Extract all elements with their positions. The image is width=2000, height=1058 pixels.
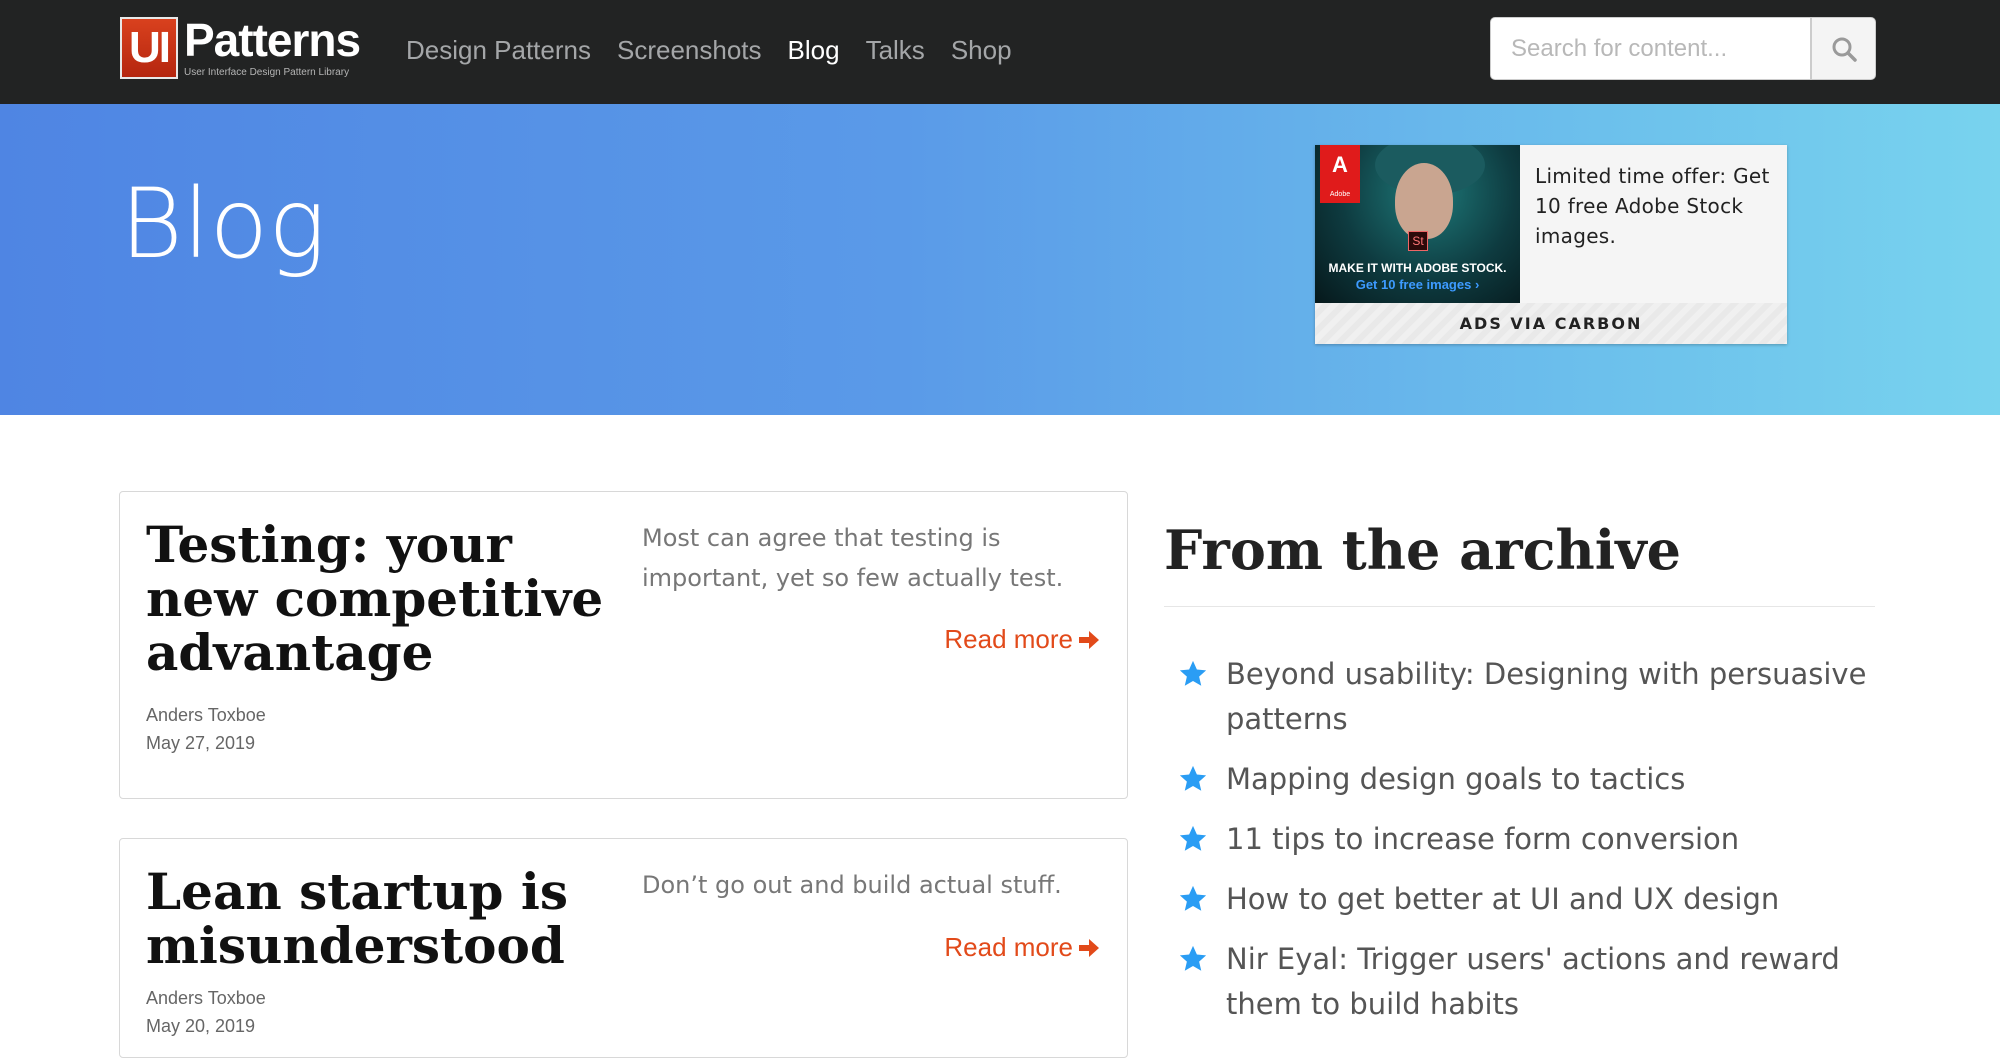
archive-item[interactable]: Beyond usability: Designing with persuas… xyxy=(1178,652,1898,742)
post-title[interactable]: Testing: your new competitive advantage xyxy=(146,518,606,680)
post-excerpt: Don’t go out and build actual stuff. xyxy=(642,871,1062,899)
blog-post-card: Testing: your new competitive advantage … xyxy=(119,491,1128,799)
hero-banner: Blog A Adobe St MAKE IT WITH ADOBE STOCK.… xyxy=(0,104,2000,415)
ad-image-caption: MAKE IT WITH ADOBE STOCK. xyxy=(1328,261,1507,275)
nav-link-screenshots[interactable]: Screenshots xyxy=(617,30,762,70)
search-button[interactable] xyxy=(1811,17,1876,80)
read-more-label: Read more xyxy=(944,624,1073,654)
ad-image-face xyxy=(1395,163,1453,239)
arrow-right-icon xyxy=(1079,938,1099,957)
post-author: Anders Toxboe xyxy=(146,988,266,1008)
read-more-label: Read more xyxy=(944,932,1073,962)
archive-item-label: How to get better at UI and UX design xyxy=(1226,882,1780,916)
archive-item[interactable]: 11 tips to increase form conversion xyxy=(1178,817,1898,862)
adobe-stock-badge: St xyxy=(1408,231,1428,251)
archive-heading: From the archive xyxy=(1164,518,1681,582)
search-bar xyxy=(1490,17,1876,80)
read-more-link[interactable]: Read more xyxy=(944,624,1101,655)
nav-link-blog[interactable]: Blog xyxy=(788,30,840,70)
ad-image[interactable]: A Adobe St MAKE IT WITH ADOBE STOCK. Get … xyxy=(1315,145,1520,303)
site-logo[interactable]: UI Patterns User Interface Design Patter… xyxy=(120,14,361,79)
ad-image-link: Get 10 free images › xyxy=(1355,277,1480,292)
search-icon xyxy=(1832,37,1857,62)
post-title[interactable]: Lean startup is misunderstood xyxy=(146,865,606,973)
archive-item-label: Mapping design goals to tactics xyxy=(1226,762,1686,796)
post-date: May 27, 2019 xyxy=(146,733,256,753)
top-navbar: UI Patterns User Interface Design Patter… xyxy=(0,0,2000,104)
archive-item[interactable]: Mapping design goals to tactics xyxy=(1178,757,1898,802)
arrow-right-icon xyxy=(1079,630,1099,649)
blog-post-card: Lean startup is misunderstood Anders Tox… xyxy=(119,838,1128,1058)
nav-link-talks[interactable]: Talks xyxy=(866,30,925,70)
logo-name: Patterns xyxy=(184,14,361,66)
archive-list: Beyond usability: Designing with persuas… xyxy=(1178,652,1898,1042)
star-icon xyxy=(1179,945,1207,971)
archive-item-label: 11 tips to increase form conversion xyxy=(1226,822,1740,856)
archive-item[interactable]: Nir Eyal: Trigger users' actions and rew… xyxy=(1178,937,1898,1027)
search-input[interactable] xyxy=(1490,17,1811,80)
archive-item-label: Nir Eyal: Trigger users' actions and rew… xyxy=(1226,942,1840,1021)
archive-item[interactable]: How to get better at UI and UX design xyxy=(1178,877,1898,922)
star-icon xyxy=(1179,885,1207,911)
post-date: May 20, 2019 xyxy=(146,1016,256,1036)
star-icon xyxy=(1179,660,1207,686)
nav-link-shop[interactable]: Shop xyxy=(951,30,1012,70)
post-excerpt: Most can agree that testing is important… xyxy=(642,524,1064,592)
star-icon xyxy=(1179,765,1207,791)
carbon-ad[interactable]: A Adobe St MAKE IT WITH ADOBE STOCK. Get … xyxy=(1315,145,1787,344)
ad-footer-link[interactable]: ADS VIA CARBON xyxy=(1315,303,1787,344)
ad-text[interactable]: Limited time offer: Get 10 free Adobe St… xyxy=(1535,161,1775,251)
archive-divider xyxy=(1164,606,1875,607)
logo-tagline: User Interface Design Pattern Library xyxy=(184,67,350,78)
star-icon xyxy=(1179,825,1207,851)
logo-mark: UI xyxy=(120,17,178,79)
nav-link-design-patterns[interactable]: Design Patterns xyxy=(406,30,591,70)
logo-wordmark: Patterns User Interface Design Pattern L… xyxy=(184,14,361,79)
main-nav: Design Patterns Screenshots Blog Talks S… xyxy=(406,30,1012,70)
read-more-link[interactable]: Read more xyxy=(944,932,1101,963)
post-author: Anders Toxboe xyxy=(146,705,266,725)
archive-item-label: Beyond usability: Designing with persuas… xyxy=(1226,657,1867,736)
adobe-logo-icon: A Adobe xyxy=(1320,145,1360,203)
page-title: Blog xyxy=(120,168,326,280)
